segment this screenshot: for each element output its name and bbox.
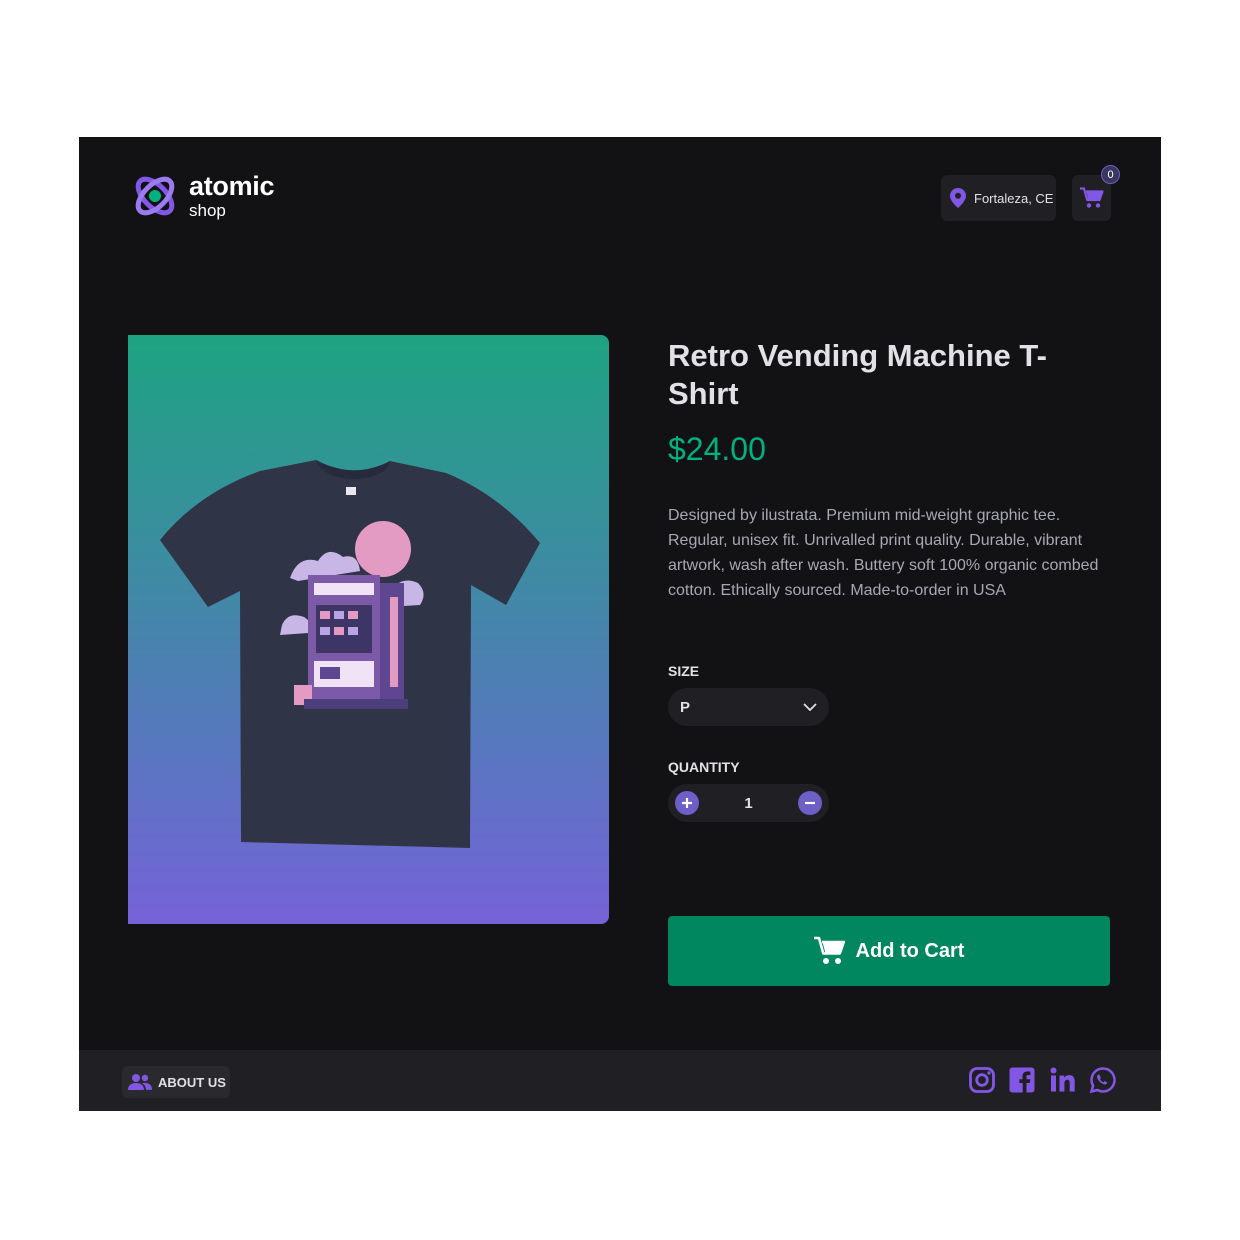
size-label: SIZE [668, 663, 700, 679]
quantity-label: QUANTITY [668, 759, 740, 775]
add-to-cart-label: Add to Cart [855, 939, 965, 962]
brand-logo[interactable]: atomic shop [131, 171, 275, 221]
quantity-value: 1 [744, 794, 753, 812]
linkedin-icon[interactable] [1049, 1066, 1077, 1094]
add-to-cart-button[interactable]: Add to Cart [668, 916, 1110, 986]
map-pin-icon [950, 188, 966, 208]
about-us-button[interactable]: ABOUT US [122, 1066, 230, 1098]
chevron-down-icon [803, 703, 817, 711]
whatsapp-icon[interactable] [1089, 1066, 1117, 1094]
increase-quantity-button[interactable] [675, 791, 699, 815]
instagram-icon[interactable] [968, 1066, 996, 1094]
plus-icon [682, 798, 692, 808]
product-title: Retro Vending Machine T-Shirt [668, 338, 1047, 411]
users-icon [128, 1074, 152, 1090]
size-value: P [680, 698, 691, 716]
app-frame: atomic shop Fortaleza, CE 0 Retro Vendin… [79, 137, 1161, 1111]
atom-logo-icon [135, 176, 175, 216]
cart-count-badge: 0 [1101, 165, 1120, 184]
location-label: Fortaleza, CE [974, 190, 1054, 206]
cart-icon [1079, 187, 1104, 208]
brand-name: atomic [189, 171, 275, 201]
footer: ABOUT US [79, 1050, 1161, 1111]
product-image [128, 335, 609, 924]
facebook-icon[interactable] [1008, 1066, 1036, 1094]
quantity-stepper: 1 [668, 784, 829, 822]
product-price: $24.00 [668, 431, 766, 467]
location-button[interactable]: Fortaleza, CE [941, 175, 1056, 221]
product-description: Designed by ilustrata. Premium mid-weigh… [668, 507, 1099, 599]
tshirt-illustration [160, 460, 540, 848]
brand-sub: shop [189, 201, 226, 220]
cart-icon [813, 936, 845, 964]
decrease-quantity-button[interactable] [798, 791, 822, 815]
size-select[interactable]: P [668, 688, 829, 726]
minus-icon [805, 801, 815, 805]
about-us-label: ABOUT US [158, 1074, 226, 1090]
